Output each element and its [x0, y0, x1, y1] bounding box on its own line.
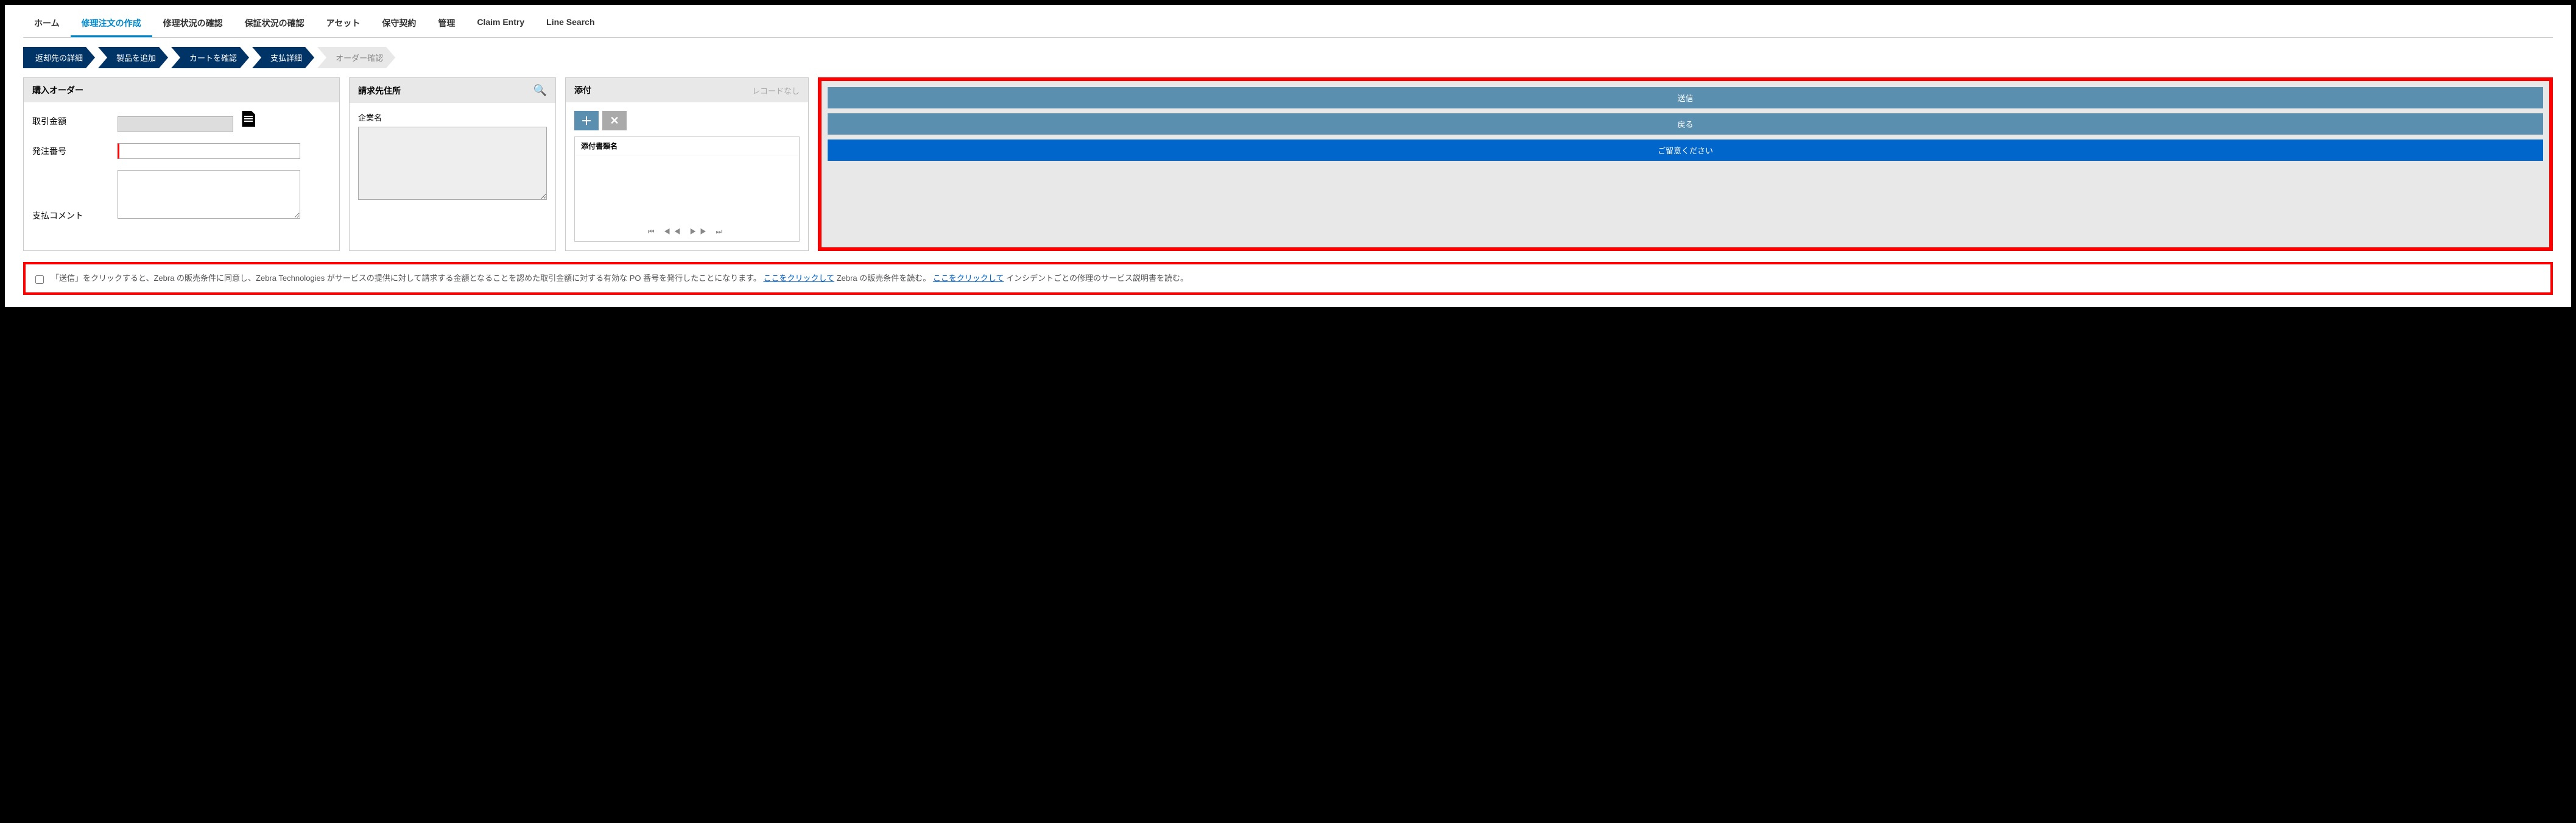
po-panel-title: 購入オーダー: [24, 78, 339, 102]
payment-comment-textarea[interactable]: [118, 170, 300, 219]
main-tabs: ホーム 修理注文の作成 修理状況の確認 保証状況の確認 アセット 保守契約 管理…: [23, 11, 2553, 38]
step-add-product[interactable]: 製品を追加: [98, 47, 168, 68]
tab-manage[interactable]: 管理: [427, 11, 466, 37]
add-attachment-button[interactable]: ＋: [574, 111, 599, 130]
step-confirm: オーダー確認: [317, 47, 395, 68]
please-note-button[interactable]: ご留意ください: [828, 140, 2543, 161]
tab-home[interactable]: ホーム: [23, 11, 71, 37]
tab-claim-entry[interactable]: Claim Entry: [466, 11, 535, 37]
wizard-steps: 返却先の詳細 製品を追加 カートを確認 支払詳細 オーダー確認: [23, 47, 2553, 68]
company-name-textarea[interactable]: [358, 127, 547, 200]
tab-contract[interactable]: 保守契約: [371, 11, 427, 37]
action-buttons-panel: 送信 戻る ご留意ください: [818, 77, 2553, 251]
consent-text: 「送信」をクリックすると、Zebra の販売条件に同意し、Zebra Techn…: [51, 272, 1188, 285]
attachment-name-header: 添付書類名: [575, 137, 799, 155]
tab-line-search[interactable]: Line Search: [535, 11, 605, 37]
po-number-input[interactable]: [118, 143, 300, 159]
step-payment[interactable]: 支払詳細: [252, 47, 314, 68]
tab-repair-status[interactable]: 修理状況の確認: [152, 11, 234, 37]
consent-section: 「送信」をクリックすると、Zebra の販売条件に同意し、Zebra Techn…: [23, 262, 2553, 295]
tab-warranty-status[interactable]: 保証状況の確認: [234, 11, 315, 37]
transaction-amount-input: [118, 116, 233, 132]
send-button[interactable]: 送信: [828, 87, 2543, 108]
back-button[interactable]: 戻る: [828, 113, 2543, 135]
tab-assets[interactable]: アセット: [315, 11, 371, 37]
po-number-label: 発注番号: [32, 145, 118, 157]
attachment-table: 添付書類名 ⏮ ◀◀ ▶▶ ⏭: [574, 136, 800, 242]
document-icon[interactable]: [242, 111, 255, 127]
tab-create-repair[interactable]: 修理注文の作成: [71, 11, 152, 37]
billing-panel-title: 請求先住所: [358, 85, 401, 97]
step-cart[interactable]: カートを確認: [171, 47, 249, 68]
service-description-link[interactable]: ここをクリックして: [933, 274, 1004, 283]
no-records-label: レコードなし: [752, 85, 800, 96]
payment-comment-label: 支払コメント: [32, 210, 118, 222]
attachment-pager[interactable]: ⏮ ◀◀ ▶▶ ⏭: [575, 222, 799, 241]
attachment-panel-title: 添付: [574, 84, 591, 96]
attachment-panel: 添付 レコードなし ＋ ✕ 添付書類名 ⏮ ◀◀ ▶▶ ⏭: [565, 77, 809, 251]
step-return-details[interactable]: 返却先の詳細: [23, 47, 95, 68]
company-name-label: 企業名: [358, 111, 547, 123]
remove-attachment-button[interactable]: ✕: [602, 111, 627, 130]
terms-link[interactable]: ここをクリックして: [763, 274, 834, 283]
consent-checkbox[interactable]: [35, 275, 44, 284]
billing-address-panel: 請求先住所 🔍 企業名: [349, 77, 556, 251]
search-icon[interactable]: 🔍: [533, 84, 547, 97]
purchase-order-panel: 購入オーダー 取引金額 発注番号 支払コメント: [23, 77, 340, 251]
transaction-amount-label: 取引金額: [32, 115, 118, 127]
